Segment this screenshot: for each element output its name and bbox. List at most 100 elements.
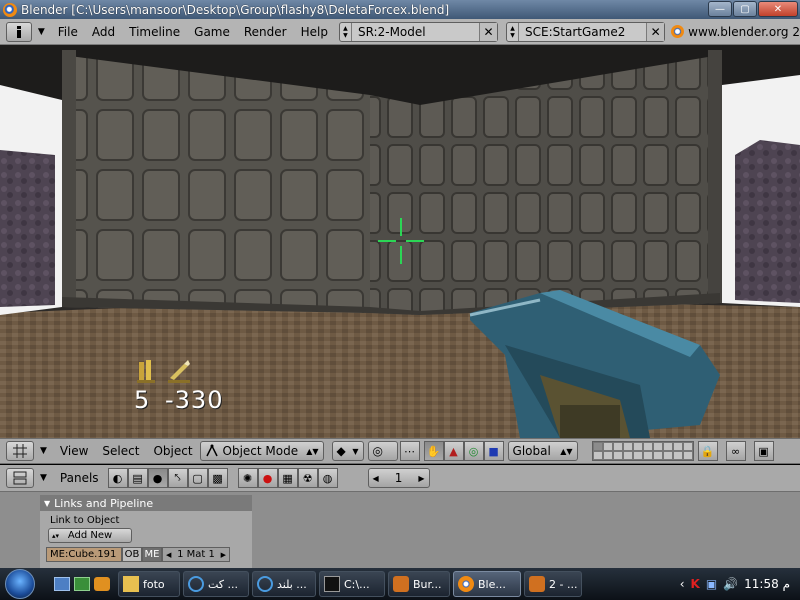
view3d-collapse-arrow[interactable]: ▼ — [34, 441, 53, 461]
media-player-icon[interactable] — [94, 577, 110, 591]
layer-button[interactable] — [622, 451, 633, 460]
info-window-type-button[interactable] — [6, 21, 32, 42]
layer-button[interactable] — [612, 442, 623, 451]
screen-name[interactable]: SR:2-Model — [352, 25, 479, 39]
scene-selector[interactable]: ▲ ▼ SCE:StartGame2 ✕ — [506, 21, 666, 42]
layer-button[interactable] — [642, 451, 653, 460]
screen-delete-button[interactable]: ✕ — [479, 22, 498, 41]
pivot-dropdown[interactable]: ◎ — [367, 441, 398, 461]
pivot-toggle-button[interactable]: ⋯ — [399, 441, 420, 461]
material-button[interactable]: ● — [257, 468, 278, 488]
tray-expand-icon[interactable]: ‹ — [680, 577, 685, 591]
maximize-button[interactable]: ▢ — [733, 1, 757, 17]
object-context-button[interactable]: ⤣ — [167, 468, 188, 488]
buttons-window-type-button[interactable] — [6, 468, 34, 488]
menu-render[interactable]: Render — [237, 22, 294, 42]
orientation-dropdown[interactable]: Global ▲▼ — [507, 441, 578, 461]
taskbar-item-blender[interactable]: Ble... — [453, 571, 521, 597]
shading-context-button[interactable]: ● — [147, 468, 168, 488]
world-button[interactable]: ◍ — [317, 468, 338, 488]
render-preview-button[interactable]: ▣ — [753, 441, 774, 461]
taskbar-item-browser-1[interactable]: كت ... — [183, 571, 249, 597]
scene-name[interactable]: SCE:StartGame2 — [519, 25, 646, 39]
layer-buttons[interactable] — [591, 441, 694, 461]
show-desktop-icon[interactable] — [54, 577, 70, 591]
draw-type-dropdown[interactable]: ◆ ▼ — [331, 441, 364, 461]
menu-object[interactable]: Object — [146, 441, 199, 461]
logic-context-button[interactable]: ◐ — [107, 468, 128, 488]
scale-manipulator-button[interactable]: ■ — [483, 441, 504, 461]
taskbar-item-2[interactable]: 2 - ... — [524, 571, 582, 597]
layer-button[interactable] — [642, 442, 653, 451]
chevron-right-icon[interactable]: ▶ — [221, 551, 226, 559]
layer-button[interactable] — [602, 451, 613, 460]
switch-windows-icon[interactable] — [74, 577, 90, 591]
clock[interactable]: 11:58 م — [744, 577, 790, 591]
antivirus-icon[interactable]: K — [691, 577, 700, 591]
volume-icon[interactable]: 🔊 — [723, 577, 738, 591]
chevron-left-icon[interactable]: ◀ — [166, 551, 171, 559]
buttons-collapse-arrow[interactable]: ▼ — [34, 468, 53, 488]
radiosity-button[interactable]: ☢ — [297, 468, 318, 488]
layer-button[interactable] — [672, 451, 683, 460]
layer-button[interactable] — [682, 451, 693, 460]
mode-dropdown[interactable]: Object Mode ▲▼ — [199, 441, 324, 461]
network-icon[interactable]: ▣ — [706, 577, 717, 591]
script-context-button[interactable]: ▤ — [127, 468, 148, 488]
me-toggle[interactable]: ME — [142, 547, 162, 562]
collapse-triangle-icon[interactable]: ▼ — [44, 499, 50, 508]
layer-button[interactable] — [602, 442, 613, 451]
screen-browse-arrows[interactable]: ▲ ▼ — [340, 22, 352, 41]
scene-context-button[interactable]: ▩ — [207, 468, 228, 488]
ob-toggle[interactable]: OB — [122, 547, 142, 562]
layer-button[interactable] — [662, 442, 673, 451]
rotate-manipulator-button[interactable]: ◎ — [463, 441, 484, 461]
chevron-right-icon[interactable]: ▶ — [418, 474, 424, 483]
layer-button[interactable] — [682, 442, 693, 451]
menu-file[interactable]: File — [51, 22, 85, 42]
material-index-field[interactable]: ◀ 1 Mat 1 ▶ — [162, 547, 230, 562]
game-viewport[interactable]: 5 -330 — [0, 45, 800, 438]
chevron-left-icon[interactable]: ◀ — [373, 474, 379, 483]
taskbar-item-foto[interactable]: foto — [118, 571, 180, 597]
menu-game[interactable]: Game — [187, 22, 237, 42]
layer-button[interactable] — [592, 442, 603, 451]
layer-button[interactable] — [672, 442, 683, 451]
layer-button[interactable] — [662, 451, 673, 460]
menu-select[interactable]: Select — [95, 441, 146, 461]
taskbar-item-browser-2[interactable]: بلند ... — [252, 571, 316, 597]
panels-label[interactable]: Panels — [53, 468, 106, 488]
menu-add[interactable]: Add — [85, 22, 122, 42]
mesh-name-field[interactable]: ME:Cube.191 — [46, 547, 122, 562]
menu-view[interactable]: View — [53, 441, 95, 461]
menu-help[interactable]: Help — [294, 22, 335, 42]
scene-browse-arrows[interactable]: ▲ ▼ — [507, 22, 520, 41]
layer-button[interactable] — [652, 451, 663, 460]
taskbar-item-cmd[interactable]: C:\... — [319, 571, 385, 597]
layer-button[interactable] — [612, 451, 623, 460]
add-new-button[interactable]: ▴▾ Add New — [48, 528, 132, 543]
frame-number-field[interactable]: ◀ 1 ▶ — [367, 468, 430, 488]
view3d-window-type-button[interactable] — [6, 441, 34, 461]
menu-timeline[interactable]: Timeline — [122, 22, 187, 42]
panel-header[interactable]: ▼ Links and Pipeline — [40, 495, 252, 511]
lock-layer-button[interactable]: 🔒 — [697, 441, 718, 461]
layer-button[interactable] — [632, 442, 643, 451]
blender-url[interactable]: www.blender.org 2 — [671, 25, 800, 39]
link-button[interactable]: ∞ — [725, 441, 746, 461]
texture-button[interactable]: ▦ — [277, 468, 298, 488]
blender-url-text[interactable]: www.blender.org 2 — [688, 25, 800, 39]
screen-selector[interactable]: ▲ ▼ SR:2-Model ✕ — [338, 21, 499, 42]
header-collapse-arrow[interactable]: ▼ — [32, 22, 51, 42]
taskbar-item-burn[interactable]: Bur... — [388, 571, 450, 597]
layer-button[interactable] — [632, 451, 643, 460]
manipulator-toggle-button[interactable]: ✋ — [423, 441, 444, 461]
layer-button[interactable] — [592, 451, 603, 460]
window-titlebar[interactable]: Blender [C:\Users\mansoor\Desktop\Group\… — [0, 0, 800, 19]
layer-button[interactable] — [622, 442, 633, 451]
lamp-button[interactable]: ✺ — [237, 468, 258, 488]
close-button[interactable]: ✕ — [758, 1, 798, 17]
scene-delete-button[interactable]: ✕ — [646, 22, 665, 41]
start-button[interactable] — [0, 568, 40, 600]
translate-manipulator-button[interactable]: ▲ — [443, 441, 464, 461]
